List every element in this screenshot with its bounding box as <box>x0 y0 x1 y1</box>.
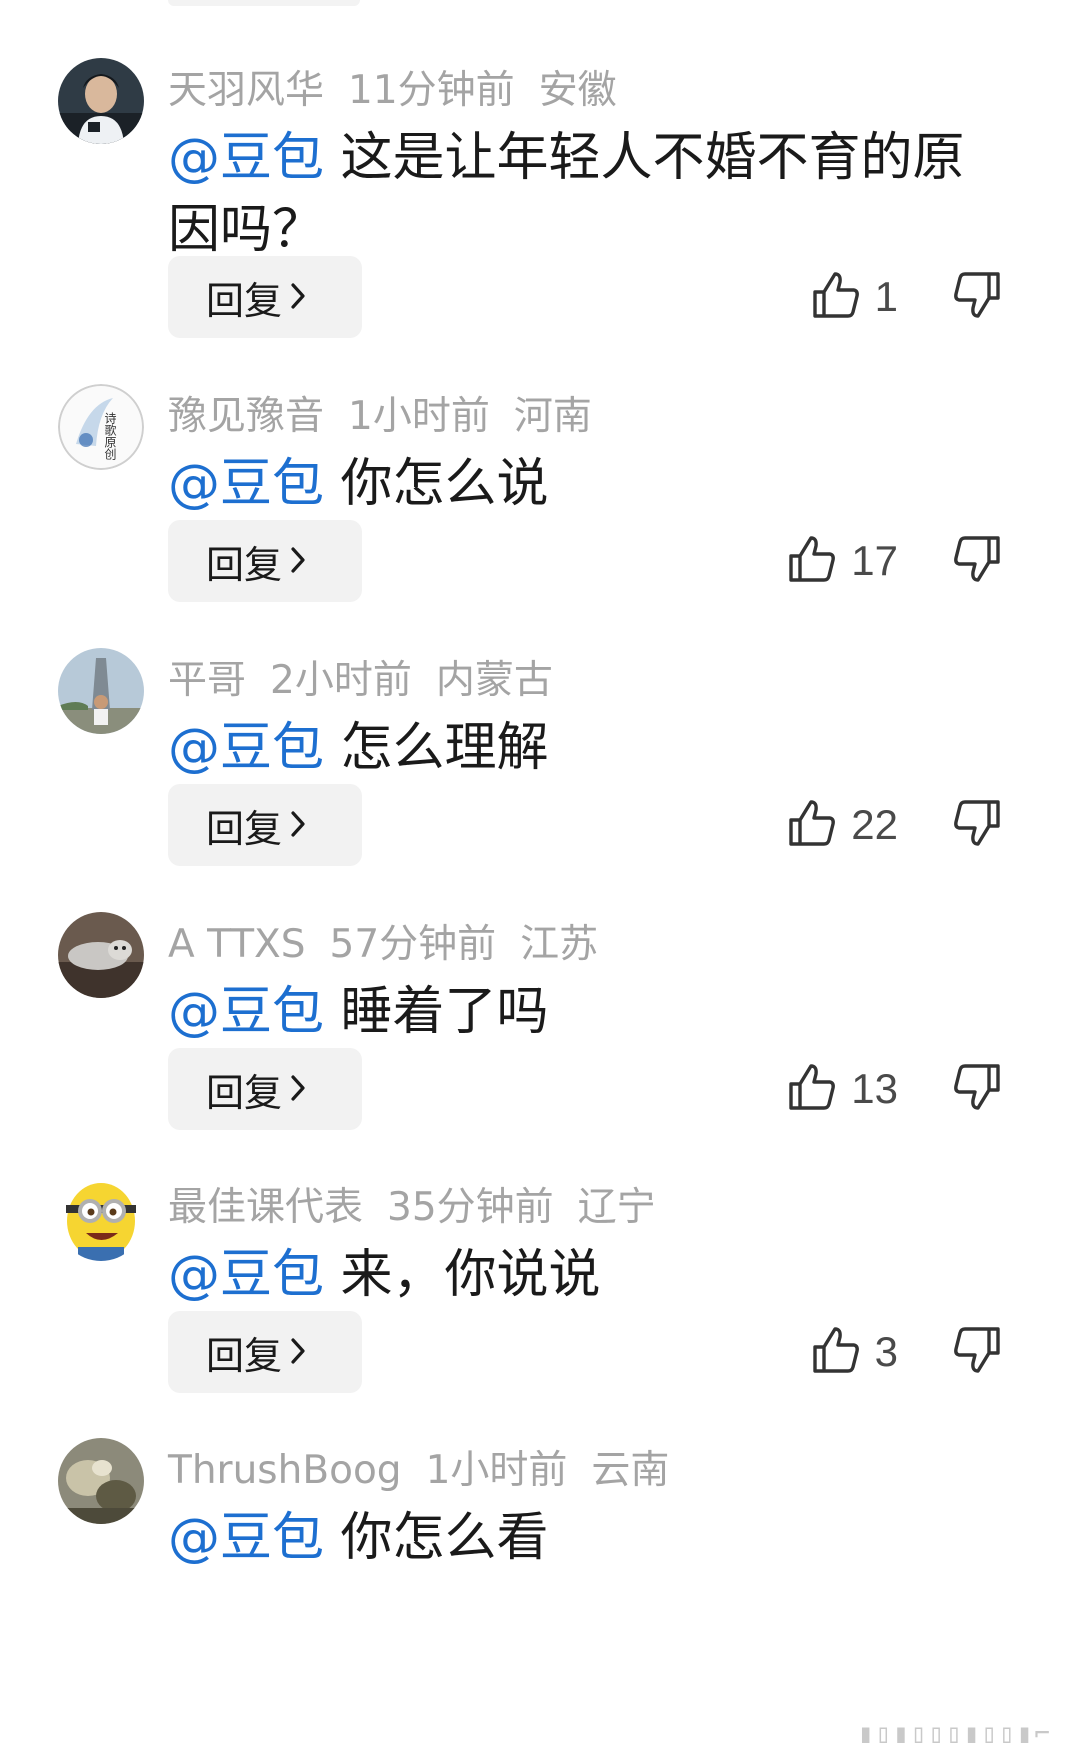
like-count: 1 <box>874 273 898 320</box>
mention-link[interactable]: @豆包 <box>168 1245 324 1305</box>
reply-button[interactable]: 回复 <box>168 256 362 338</box>
username[interactable]: 平哥 <box>168 658 246 703</box>
location: 江苏 <box>520 922 599 967</box>
username[interactable]: ThrushBoog <box>168 1448 402 1493</box>
mention-link[interactable]: @豆包 <box>168 1508 324 1568</box>
comment-meta: A TTXS 57分钟前 江苏 <box>168 920 598 970</box>
location: 云南 <box>591 1448 670 1493</box>
comment-meta: 天羽风华 11分钟前 安徽 <box>168 66 617 116</box>
comment-meta: 平哥 2小时前 内蒙古 <box>168 656 553 706</box>
reply-label: 回复 <box>206 1333 283 1378</box>
dislike-button[interactable] <box>952 256 1002 338</box>
thumbs-down-icon <box>952 270 1002 324</box>
avatar[interactable] <box>58 912 144 998</box>
timestamp: 35分钟前 <box>387 1185 554 1230</box>
dislike-button[interactable] <box>952 1048 1002 1130</box>
chevron-right-icon <box>290 1330 306 1374</box>
timestamp: 11分钟前 <box>348 68 515 113</box>
dislike-button[interactable] <box>952 784 1002 866</box>
comment-body: 睡着了吗 <box>340 982 549 1042</box>
comment-text: @豆包 你怎么说 <box>168 448 1008 520</box>
comment-body: 你怎么说 <box>340 454 549 514</box>
thumbs-up-icon <box>787 534 837 588</box>
timestamp: 1小时前 <box>425 1448 568 1493</box>
like-button[interactable]: 22 <box>787 784 898 866</box>
avatar[interactable] <box>58 648 144 734</box>
reply-label: 回复 <box>206 806 283 851</box>
like-button[interactable]: 1 <box>811 256 898 338</box>
thumbs-down-icon <box>952 534 1002 588</box>
username[interactable]: A TTXS <box>168 922 306 967</box>
reply-button[interactable]: 回复 <box>168 1311 362 1393</box>
location: 安徽 <box>538 68 617 113</box>
location: 河南 <box>513 394 592 439</box>
mention-link[interactable]: @豆包 <box>168 128 324 188</box>
thumbs-down-icon <box>952 1062 1002 1116</box>
like-count: 3 <box>874 1328 898 1375</box>
comment-meta: ThrushBoog 1小时前 云南 <box>168 1446 669 1496</box>
chevron-right-icon <box>290 1067 306 1111</box>
reply-button[interactable]: 回复 <box>168 520 362 602</box>
like-count: 17 <box>851 537 898 584</box>
reply-label: 回复 <box>206 278 283 323</box>
timestamp: 2小时前 <box>270 658 412 703</box>
like-count: 13 <box>851 1065 898 1112</box>
chevron-right-icon <box>290 539 306 583</box>
reply-button[interactable]: 回复 <box>168 784 362 866</box>
comment-meta: 最佳课代表 35分钟前 辽宁 <box>168 1183 656 1233</box>
mention-link[interactable]: @豆包 <box>168 718 324 778</box>
chevron-right-icon <box>290 803 306 847</box>
location: 内蒙古 <box>435 658 553 703</box>
comment-body: 来，你说说 <box>340 1245 601 1305</box>
username[interactable]: 豫见豫音 <box>168 394 324 439</box>
like-button[interactable]: 3 <box>811 1311 898 1393</box>
thumbs-up-icon <box>811 270 861 324</box>
avatar-text: 诗歌原创 <box>103 412 117 460</box>
previous-reply-button-stub <box>168 0 360 6</box>
comment-text: @豆包 来，你说说 <box>168 1239 1008 1311</box>
mention-link[interactable]: @豆包 <box>168 982 324 1042</box>
timestamp: 1小时前 <box>348 394 490 439</box>
dislike-button[interactable] <box>952 1311 1002 1393</box>
thumbs-up-icon <box>787 798 837 852</box>
like-button[interactable]: 13 <box>787 1048 898 1130</box>
chevron-right-icon <box>290 275 306 319</box>
thumbs-down-icon <box>952 798 1002 852</box>
timestamp: 57分钟前 <box>329 922 497 967</box>
reply-button[interactable]: 回复 <box>168 1048 362 1130</box>
dislike-button[interactable] <box>952 520 1002 602</box>
avatar[interactable]: 诗歌原创 <box>58 384 144 470</box>
mention-link[interactable]: @豆包 <box>168 454 324 514</box>
comment-body: 你怎么看 <box>340 1508 549 1568</box>
avatar[interactable] <box>58 58 144 144</box>
comment-body: 怎么理解 <box>340 718 549 778</box>
reply-label: 回复 <box>206 542 283 587</box>
location: 辽宁 <box>577 1185 656 1230</box>
username[interactable]: 天羽风华 <box>168 68 324 113</box>
comment-meta: 豫见豫音 1小时前 河南 <box>168 392 592 442</box>
thumbs-down-icon <box>952 1325 1002 1379</box>
comment-text: @豆包 你怎么看 <box>168 1502 1008 1574</box>
comment-text: @豆包 怎么理解 <box>168 712 1008 784</box>
like-count: 22 <box>851 801 898 848</box>
thumbs-up-icon <box>787 1062 837 1116</box>
watermark: ▮▯▮▯▯▯▮▯▯▮⌐ <box>857 1719 1052 1749</box>
username[interactable]: 最佳课代表 <box>168 1185 363 1230</box>
avatar[interactable] <box>58 1175 144 1261</box>
comment-text: @豆包 这是让年轻人不婚不育的原因吗？ <box>168 122 1008 266</box>
thumbs-up-icon <box>811 1325 861 1379</box>
avatar[interactable] <box>58 1438 144 1524</box>
comment-text: @豆包 睡着了吗 <box>168 976 1008 1048</box>
reply-label: 回复 <box>206 1070 283 1115</box>
like-button[interactable]: 17 <box>787 520 898 602</box>
